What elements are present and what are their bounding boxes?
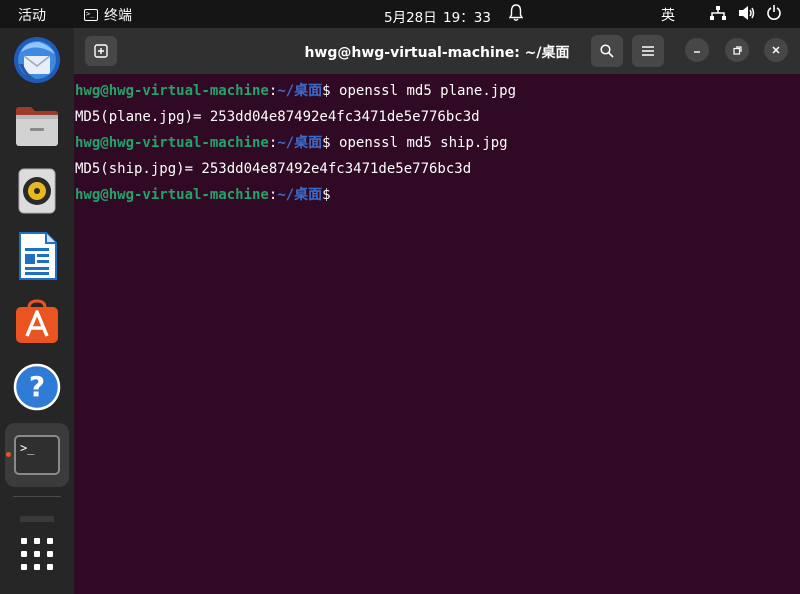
thunderbird-icon [14,37,60,83]
clock[interactable]: 5月28日 19：33 [384,6,491,26]
terminal-line: hwg@hwg-virtual-machine:~/桌面$ openssl md… [75,81,516,101]
files-icon [16,107,58,146]
dock-item-thunderbird[interactable] [5,28,69,92]
terminal-line: hwg@hwg-virtual-machine:~/桌面$ openssl md… [75,133,508,153]
dock: ? >_ [0,28,74,594]
terminal-icon: >_ [84,9,98,21]
notification-bell-icon[interactable] [508,3,524,27]
minimize-button[interactable] [685,38,709,62]
volume-icon[interactable] [738,5,756,25]
dock-item-help[interactable]: ? [5,355,69,419]
prompt-dollar: $ [322,83,331,99]
power-icon[interactable] [766,4,782,26]
network-icon[interactable] [709,5,727,25]
terminal-output: MD5(ship.jpg)= 253dd04e87492e4fc3471de5e… [75,161,472,177]
prompt-path: ~/桌面 [277,135,323,151]
dock-item-writer[interactable] [5,224,69,288]
top-bar: 活动 >_ 终端 5月28日 19：33 英 [0,0,800,28]
dock-item-terminal[interactable]: >_ [5,423,69,487]
dock-separator [13,496,61,497]
prompt-path: ~/桌面 [277,187,323,203]
prompt-dollar: $ [322,135,331,151]
command-text: openssl md5 plane.jpg [330,83,517,99]
app-menu[interactable]: >_ 终端 [84,5,132,25]
input-method-indicator[interactable]: 英 [661,5,675,25]
search-button[interactable] [591,35,623,67]
dock-item-rhythmbox[interactable] [5,159,69,223]
terminal-window: hwg@hwg-virtual-machine: ~/桌面 hwg@hwg-vi… [74,28,800,594]
terminal-content[interactable]: hwg@hwg-virtual-machine:~/桌面$ openssl md… [74,74,800,594]
show-apps-button[interactable] [5,522,69,586]
dock-item-app-center[interactable] [5,290,69,354]
search-icon [600,44,614,58]
terminal-line: hwg@hwg-virtual-machine:~/桌面$ [75,185,331,205]
svg-text:?: ? [29,370,45,403]
writer-icon [19,232,57,280]
grid-icon [21,538,53,570]
terminal-icon: >_ [14,435,60,475]
activities-button[interactable]: 活动 [18,5,46,25]
app-center-icon [16,299,58,343]
window-headerbar[interactable]: hwg@hwg-virtual-machine: ~/桌面 [74,28,800,74]
prompt-user: hwg@hwg-virtual-machine [75,135,269,151]
close-icon [772,46,780,54]
close-button[interactable] [764,38,788,62]
dock-item-files[interactable] [5,94,69,158]
svg-text:>_: >_ [20,441,35,455]
terminal-output: MD5(plane.jpg)= 253dd04e87492e4fc3471de5… [75,109,480,125]
prompt-dollar: $ [322,187,331,203]
prompt-path: ~/桌面 [277,83,323,99]
app-menu-label: 终端 [104,8,132,24]
rhythmbox-icon [18,168,56,214]
help-icon: ? [13,363,61,411]
hamburger-menu-icon [642,46,654,56]
running-indicator [6,452,11,457]
maximize-button[interactable] [725,38,749,62]
restore-icon [732,45,742,55]
prompt-user: hwg@hwg-virtual-machine [75,187,269,203]
prompt-user: hwg@hwg-virtual-machine [75,83,269,99]
minimize-icon [694,51,700,53]
menu-button[interactable] [632,35,664,67]
command-text: openssl md5 ship.jpg [330,135,508,151]
